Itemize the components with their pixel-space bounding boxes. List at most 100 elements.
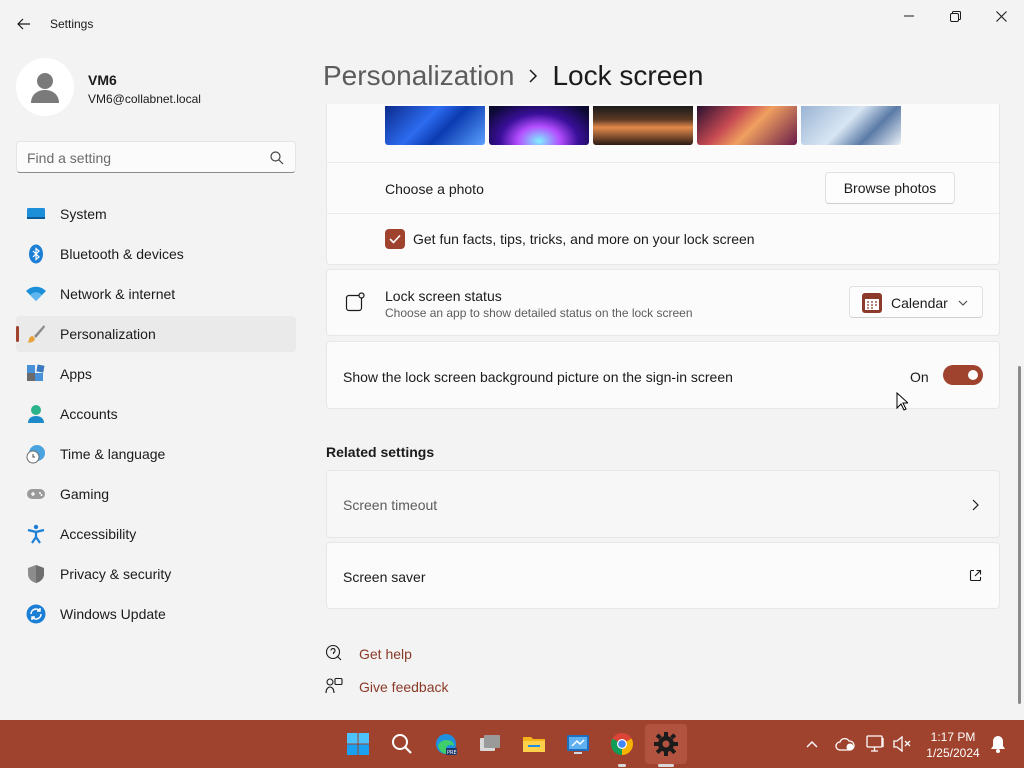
screen-saver-link[interactable]: Screen saver	[326, 542, 1000, 609]
network-tray-icon[interactable]	[864, 732, 888, 756]
sidebar-item-bluetooth[interactable]: Bluetooth & devices	[16, 236, 296, 272]
breadcrumb-parent[interactable]: Personalization	[323, 60, 514, 92]
back-arrow-icon	[17, 18, 30, 30]
taskbar-search-button[interactable]	[390, 732, 414, 756]
edge-browser-icon: PRE	[436, 734, 457, 756]
recent-image-2[interactable]	[489, 106, 589, 145]
lock-status-dropdown[interactable]: Calendar	[849, 286, 983, 318]
start-button[interactable]	[346, 732, 370, 756]
external-link-icon	[969, 569, 982, 582]
sidebar-item-accessibility[interactable]: Accessibility	[16, 516, 296, 552]
dropdown-value: Calendar	[891, 295, 948, 311]
close-button[interactable]	[978, 4, 1024, 28]
title-bar: Settings	[0, 0, 1024, 48]
restore-icon	[949, 10, 961, 22]
sidebar-item-personalization[interactable]: Personalization	[16, 316, 296, 352]
sidebar-item-label: Accounts	[60, 406, 118, 422]
tray-clock[interactable]: 1:17 PM 1/25/2024	[922, 729, 984, 761]
cloud-icon	[835, 737, 855, 751]
restore-button[interactable]	[932, 4, 978, 28]
sidebar-item-privacy[interactable]: Privacy & security	[16, 556, 296, 592]
browse-photos-button[interactable]: Browse photos	[825, 172, 955, 204]
fun-facts-label: Get fun facts, tips, tricks, and more on…	[413, 231, 755, 247]
folder-icon	[523, 737, 545, 752]
gamepad-icon	[27, 489, 45, 499]
windows-logo-icon	[347, 733, 369, 755]
scrollbar[interactable]	[1018, 366, 1021, 704]
taskbar-task-view[interactable]	[478, 732, 502, 756]
minimize-button[interactable]	[886, 4, 932, 28]
taskbar-edge-beta[interactable]: PRE	[434, 732, 458, 756]
sidebar-item-accounts[interactable]: Accounts	[16, 396, 296, 432]
recent-image-1[interactable]	[385, 106, 485, 145]
sidebar-item-apps[interactable]: Apps	[16, 356, 296, 392]
chevron-right-icon	[972, 499, 979, 511]
sidebar-item-label: Apps	[60, 366, 92, 382]
running-indicator	[618, 764, 626, 767]
recent-image-4[interactable]	[697, 106, 797, 145]
search-icon[interactable]	[269, 150, 285, 166]
bluetooth-icon	[29, 244, 43, 264]
get-help-link[interactable]: Get help	[359, 646, 412, 662]
search-input[interactable]	[27, 148, 267, 168]
network-monitor-icon	[866, 735, 884, 752]
recent-image-3[interactable]	[593, 106, 693, 145]
related-settings-title: Related settings	[326, 444, 435, 460]
divider	[327, 213, 999, 214]
onedrive-tray-icon[interactable]	[833, 732, 857, 756]
chevron-up-icon	[806, 741, 818, 748]
gear-icon	[654, 732, 678, 756]
screen-saver-label: Screen saver	[343, 569, 426, 585]
taskbar-file-explorer[interactable]	[522, 732, 546, 756]
sidebar-item-label: Personalization	[60, 326, 156, 342]
toggle-state-label: On	[910, 369, 929, 385]
avatar[interactable]	[16, 58, 74, 116]
screen-timeout-link[interactable]: Screen timeout	[326, 470, 1000, 538]
user-name: VM6	[88, 72, 117, 88]
give-feedback-link[interactable]: Give feedback	[359, 679, 449, 695]
divider	[327, 162, 999, 163]
taskbar-settings[interactable]	[654, 732, 678, 756]
shield-icon	[28, 565, 44, 583]
close-icon	[995, 10, 1007, 22]
sidebar-item-label: Gaming	[60, 486, 110, 502]
sidebar-item-label: Privacy & security	[60, 566, 172, 582]
bell-icon	[991, 736, 1005, 753]
lock-status-title: Lock screen status	[385, 288, 502, 304]
sidebar-item-label: Bluetooth & devices	[60, 246, 184, 262]
fun-facts-checkbox[interactable]	[385, 229, 405, 249]
show-hidden-icons-button[interactable]	[800, 732, 824, 756]
notifications-button[interactable]	[986, 732, 1010, 756]
choose-photo-label: Choose a photo	[385, 181, 484, 197]
remote-desktop-icon	[567, 735, 589, 754]
apps-icon	[27, 364, 45, 381]
sidebar-item-windows-update[interactable]: Windows Update	[16, 596, 296, 632]
back-button[interactable]	[12, 12, 36, 36]
chrome-icon	[611, 733, 633, 755]
taskbar-chrome[interactable]	[610, 732, 634, 756]
toggle-knob	[968, 370, 978, 380]
signin-background-toggle[interactable]	[943, 365, 983, 385]
taskbar: PRE 1:17 PM 1/25/2024	[0, 720, 1024, 768]
mouse-cursor-icon	[896, 392, 908, 411]
sidebar-item-network[interactable]: Network & internet	[16, 276, 296, 312]
sidebar-item-system[interactable]: System	[16, 196, 296, 232]
accounts-icon	[28, 405, 44, 423]
breadcrumb: Personalization Lock screen	[323, 58, 703, 94]
sidebar-item-gaming[interactable]: Gaming	[16, 476, 296, 512]
chevron-right-icon	[528, 69, 538, 83]
lock-status-icon	[345, 292, 365, 312]
sidebar-nav: System Bluetooth & devices Network & int…	[16, 196, 296, 636]
system-icon	[27, 208, 45, 219]
recent-images	[385, 106, 901, 145]
brush-icon	[27, 325, 45, 343]
recent-image-5[interactable]	[801, 106, 901, 145]
sidebar-item-label: Windows Update	[60, 606, 166, 622]
sidebar-item-label: Accessibility	[60, 526, 137, 542]
taskbar-remote-desktop[interactable]	[566, 732, 590, 756]
user-email: VM6@collabnet.local	[88, 92, 201, 106]
sidebar-item-time-language[interactable]: Time & language	[16, 436, 296, 472]
svg-text:PRE: PRE	[447, 750, 457, 756]
clock-globe-icon	[26, 445, 45, 464]
volume-tray-icon[interactable]	[890, 732, 914, 756]
